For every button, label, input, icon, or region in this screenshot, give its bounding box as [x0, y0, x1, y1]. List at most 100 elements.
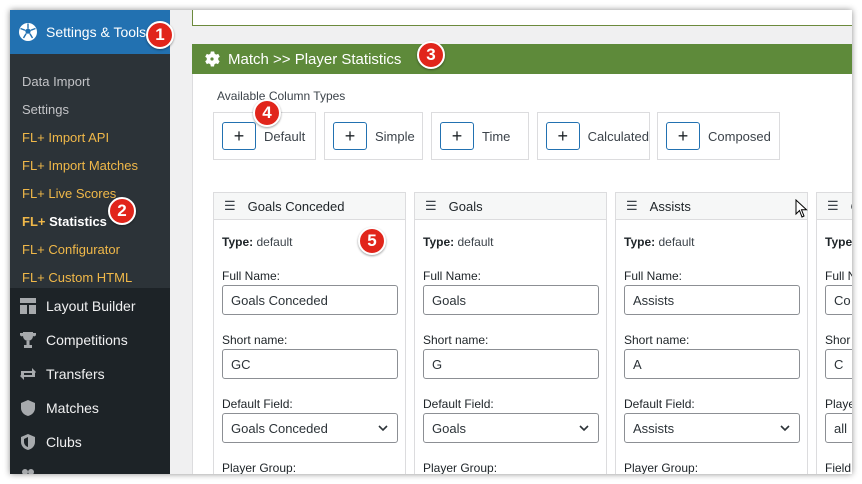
full-name-label: Full Name:: [423, 269, 482, 283]
default-field-select[interactable]: Goals: [423, 413, 599, 443]
drag-handle-icon[interactable]: ☰: [224, 198, 236, 214]
soccer-ball-icon: [19, 23, 37, 41]
short-name-label: Short name:: [423, 333, 489, 347]
chevron-down-icon: [780, 425, 790, 432]
short-name-input[interactable]: A: [624, 349, 800, 379]
add-composed-column-button[interactable]: + Composed: [657, 112, 780, 160]
select-value: all: [834, 420, 848, 436]
submenu-item-data-import[interactable]: Data Import: [22, 74, 90, 89]
default-field-select[interactable]: Goals Conceded: [222, 413, 398, 443]
column-header[interactable]: ☰ Goals Conceded: [214, 193, 405, 220]
sidebar-item-label: Layout Builder: [46, 298, 136, 314]
default-field-label: Default Field:: [423, 397, 494, 411]
type-label: Type:: [825, 235, 852, 249]
type-button-label: Composed: [708, 128, 771, 144]
full-name-input[interactable]: Co: [825, 285, 852, 315]
submenu-item-live-scores[interactable]: FL+ Live Scores: [22, 186, 116, 201]
short-name-label: Short name:: [624, 333, 690, 347]
sidebar-item-clubs[interactable]: Clubs: [10, 425, 170, 459]
sidebar-item-layout-builder[interactable]: Layout Builder: [10, 289, 170, 323]
player-group-label: Player Group:: [423, 461, 498, 474]
column-header[interactable]: ☰ Goals: [415, 193, 606, 220]
drag-handle-icon[interactable]: ☰: [626, 198, 638, 214]
fl-prefix: FL+: [22, 270, 45, 285]
submenu-item-import-api[interactable]: FL+ Import API: [22, 130, 109, 145]
type-button-label: Simple: [375, 128, 415, 144]
transfer-arrows-icon: [18, 364, 38, 384]
main-content: Match >> Player Statistics Available Col…: [170, 10, 852, 474]
shield-icon: [18, 398, 38, 418]
sidebar-item-matches[interactable]: Matches: [10, 391, 170, 425]
player-group-label: Player Group:: [222, 461, 297, 474]
plus-icon: +: [222, 122, 256, 150]
type-button-label: Default: [264, 128, 306, 144]
full-name-input[interactable]: Goals: [423, 285, 599, 315]
full-name-input[interactable]: Assists: [624, 285, 800, 315]
submenu-item-configurator[interactable]: FL+ Configurator: [22, 242, 120, 257]
sidebar-item-label: Matches: [46, 400, 99, 416]
stat-column-goals: ☰ Goals Type: default Full Name: Goals S…: [414, 192, 607, 474]
sidebar-item-transfers[interactable]: Transfers: [10, 357, 170, 391]
drag-handle-icon[interactable]: ☰: [827, 198, 839, 214]
submenu-label: Data Import: [22, 74, 90, 89]
type-button-label: Calculated: [587, 128, 649, 144]
type-label: Type:: [423, 235, 455, 249]
fl-prefix: FL+: [22, 186, 45, 201]
submenu-item-settings[interactable]: Settings: [22, 102, 69, 117]
chevron-down-icon: [378, 425, 388, 432]
callout-badge-5: 5: [358, 227, 386, 255]
fl-prefix: FL+: [22, 214, 46, 229]
add-time-column-button[interactable]: + Time: [431, 112, 529, 160]
select-value: Goals: [432, 420, 466, 436]
type-value: default: [256, 235, 293, 249]
column-header[interactable]: ☰ C: [817, 193, 852, 220]
layout-icon: [18, 296, 38, 316]
club-shield-icon: [18, 432, 38, 452]
column-name: C: [851, 199, 852, 214]
full-name-input[interactable]: Goals Conceded: [222, 285, 398, 315]
submenu-label: Import Matches: [48, 158, 138, 173]
short-name-input[interactable]: GC: [222, 349, 398, 379]
plus-icon: +: [333, 122, 367, 150]
submenu-item-statistics[interactable]: FL+ Statistics: [22, 214, 107, 229]
sidebar-item-label: Transfers: [46, 366, 105, 382]
sidebar-item-competitions[interactable]: Competitions: [10, 323, 170, 357]
sidebar-item-label: Settings & Tools: [46, 24, 147, 40]
callout-badge-3: 3: [417, 41, 445, 69]
submenu-label: Custom HTML: [48, 270, 133, 285]
short-name-label: Short name:: [222, 333, 288, 347]
default-field-select[interactable]: Assists: [624, 413, 800, 443]
column-type: Type: default: [222, 235, 293, 249]
default-field-label: Default Field:: [624, 397, 695, 411]
short-name-input[interactable]: G: [423, 349, 599, 379]
sidebar-item-partial[interactable]: [10, 459, 170, 474]
submenu-label: Statistics: [49, 214, 107, 229]
column-header[interactable]: ☰ Assists: [616, 193, 807, 220]
type-label: Type:: [222, 235, 254, 249]
column-type: Type: default: [423, 235, 494, 249]
sidebar-item-label: Clubs: [46, 434, 82, 450]
submenu-item-custom-html[interactable]: FL+ Custom HTML: [22, 270, 132, 285]
add-calculated-column-button[interactable]: + Calculated: [537, 112, 650, 160]
column-types-label: Available Column Types: [217, 89, 346, 103]
mouse-cursor-icon: [795, 199, 808, 218]
callout-badge-4: 4: [253, 99, 281, 127]
plus-icon: +: [546, 122, 580, 150]
type-value: default: [658, 235, 695, 249]
player-group-select[interactable]: all: [825, 413, 852, 443]
short-name-input[interactable]: C: [825, 349, 852, 379]
default-field-label: Default Field:: [222, 397, 293, 411]
wp-admin-window: Settings & Tools Data Import Settings FL…: [10, 10, 852, 474]
fl-prefix: FL+: [22, 158, 45, 173]
column-type: Type:: [825, 235, 852, 249]
fl-prefix: FL+: [22, 130, 45, 145]
submenu-item-import-matches[interactable]: FL+ Import Matches: [22, 158, 138, 173]
column-name: Goals: [448, 198, 483, 214]
full-name-label: Full Name:: [222, 269, 281, 283]
full-name-label: Full Name:: [624, 269, 683, 283]
add-simple-column-button[interactable]: + Simple: [324, 112, 423, 160]
drag-handle-icon[interactable]: ☰: [425, 198, 437, 214]
trophy-icon: [18, 330, 38, 350]
column-name: Goals Conceded: [247, 198, 345, 214]
callout-badge-2: 2: [108, 197, 136, 225]
